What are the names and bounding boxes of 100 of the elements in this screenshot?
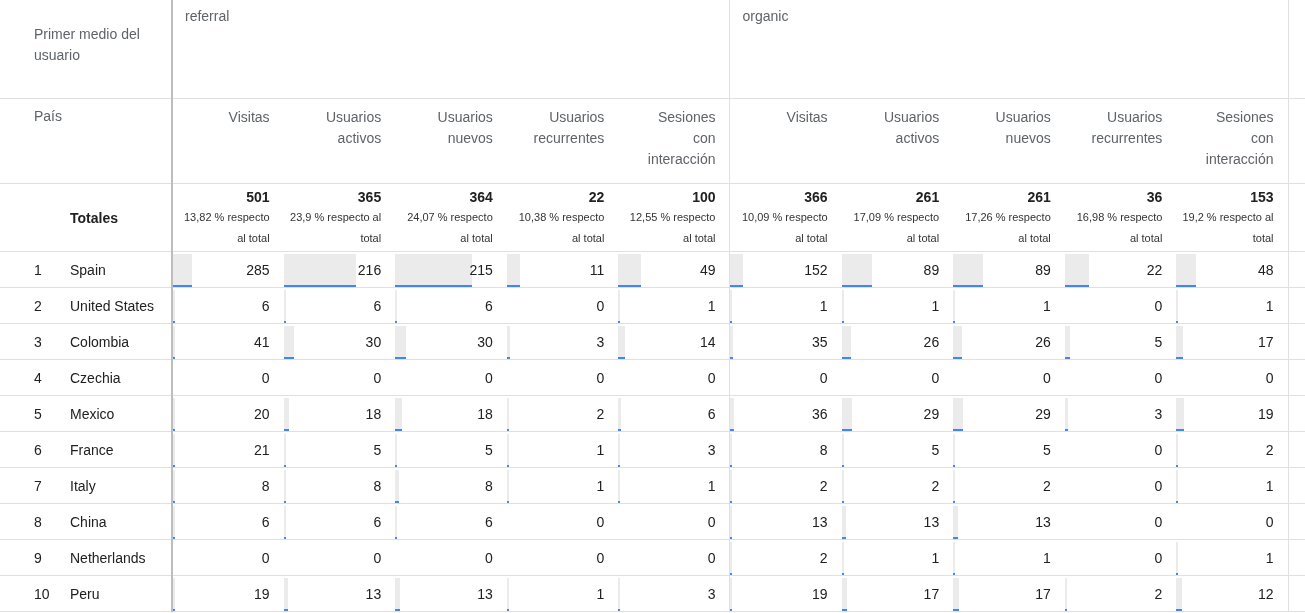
table-cell: 18 bbox=[365, 405, 382, 422]
table-cell: 2 bbox=[819, 549, 828, 566]
table-cell: 14 bbox=[699, 333, 716, 350]
table-cell: 0 bbox=[1154, 369, 1163, 386]
table-cell: 19 bbox=[812, 585, 828, 602]
total-share: 10,09 % respecto al total bbox=[740, 210, 828, 246]
table-cell: 26 bbox=[923, 333, 940, 350]
table-cell: 17 bbox=[1257, 333, 1274, 350]
table-cell: 0 bbox=[707, 549, 716, 566]
table-cell: 0 bbox=[485, 369, 493, 386]
table-cell: 2 bbox=[1265, 441, 1274, 458]
table-cell: 17 bbox=[923, 585, 940, 602]
column-header[interactable]: Visitas bbox=[193, 107, 270, 128]
total-value: 153 bbox=[1249, 188, 1274, 207]
table-cell: 19 bbox=[254, 585, 270, 602]
table-cell: 1 bbox=[931, 297, 940, 314]
total-value: 365 bbox=[356, 188, 382, 207]
table-cell: 30 bbox=[477, 333, 493, 350]
total-value: 261 bbox=[914, 188, 940, 207]
table-cell: 2 bbox=[819, 477, 828, 494]
column-header[interactable]: Usuarios nuevos bbox=[415, 107, 493, 149]
table-cell: 2 bbox=[596, 405, 605, 422]
country-name: France bbox=[70, 441, 114, 458]
total-share: 10,38 % respecto al total bbox=[517, 210, 605, 246]
row-number: 6 bbox=[34, 441, 42, 458]
table-cell: 5 bbox=[1154, 333, 1163, 350]
table-cell: 13 bbox=[477, 585, 493, 602]
column-header[interactable]: Usuarios activos bbox=[861, 107, 940, 149]
total-share: 17,26 % respecto al total bbox=[964, 210, 1051, 246]
table-cell: 6 bbox=[373, 513, 382, 530]
total-share: 16,98 % respecto al total bbox=[1075, 210, 1163, 246]
row-number: 9 bbox=[34, 549, 42, 566]
table-cell: 36 bbox=[812, 405, 828, 422]
table-cell: 29 bbox=[1035, 405, 1051, 422]
table-cell: 22 bbox=[1146, 261, 1163, 278]
table-cell: 13 bbox=[923, 513, 940, 530]
column-header[interactable]: Visitas bbox=[750, 107, 828, 128]
table-cell: 0 bbox=[1154, 477, 1163, 494]
total-share: 23,9 % respecto al total bbox=[289, 210, 382, 246]
table-cell: 0 bbox=[1154, 297, 1163, 314]
column-header[interactable]: Usuarios activos bbox=[303, 107, 382, 149]
table-cell: 0 bbox=[485, 549, 493, 566]
table-cell: 1 bbox=[1265, 297, 1274, 314]
group-header: referral bbox=[185, 8, 230, 24]
dimension-header: Primer medio del usuario bbox=[34, 26, 140, 63]
table-cell: 1 bbox=[1042, 549, 1051, 566]
total-value: 36 bbox=[1145, 188, 1163, 207]
table-cell: 0 bbox=[596, 369, 605, 386]
table-cell: 21 bbox=[254, 441, 270, 458]
row-number: 10 bbox=[34, 585, 50, 602]
table-cell: 19 bbox=[1257, 405, 1274, 422]
table-cell: 2 bbox=[1154, 585, 1163, 602]
total-value: 364 bbox=[468, 188, 493, 207]
table-cell: 12 bbox=[1257, 585, 1274, 602]
table-cell: 30 bbox=[365, 333, 382, 350]
table-cell: 1 bbox=[1265, 549, 1274, 566]
table-cell: 0 bbox=[373, 549, 382, 566]
table-cell: 6 bbox=[485, 513, 493, 530]
table-cell: 11 bbox=[589, 261, 605, 278]
table-cell: 0 bbox=[1154, 441, 1163, 458]
table-cell: 6 bbox=[485, 297, 493, 314]
table-cell: 0 bbox=[596, 297, 605, 314]
table-cell: 0 bbox=[707, 369, 716, 386]
table-cell: 0 bbox=[819, 369, 828, 386]
table-cell: 3 bbox=[707, 585, 716, 602]
totals-label: Totales bbox=[70, 209, 118, 226]
table-cell: 26 bbox=[1035, 333, 1051, 350]
total-value: 100 bbox=[691, 188, 716, 207]
table-cell: 0 bbox=[707, 513, 716, 530]
table-cell: 35 bbox=[812, 333, 828, 350]
column-header[interactable]: Sesiones con interacción bbox=[638, 107, 716, 170]
column-header[interactable]: Usuarios recurrentes bbox=[526, 107, 605, 149]
table-cell: 13 bbox=[1035, 513, 1051, 530]
table-cell: 216 bbox=[357, 261, 382, 278]
table-cell: 0 bbox=[1154, 513, 1163, 530]
table-cell: 5 bbox=[373, 441, 382, 458]
column-header[interactable]: Usuarios nuevos bbox=[973, 107, 1051, 149]
table-cell: 8 bbox=[819, 441, 828, 458]
total-value: 261 bbox=[1026, 188, 1051, 207]
row-number: 5 bbox=[34, 405, 42, 422]
column-header[interactable]: Sesiones con interacción bbox=[1196, 107, 1274, 170]
total-share: 17,09 % respecto al total bbox=[852, 210, 940, 246]
table-cell: 0 bbox=[373, 369, 382, 386]
table-cell: 29 bbox=[923, 405, 940, 422]
row-number: 7 bbox=[34, 477, 42, 494]
table-cell: 41 bbox=[254, 333, 270, 350]
table-cell: 3 bbox=[596, 333, 605, 350]
table-cell: 1 bbox=[819, 297, 828, 314]
column-header[interactable]: Usuarios recurrentes bbox=[1084, 107, 1163, 149]
country-name: Mexico bbox=[70, 405, 115, 422]
table-cell: 0 bbox=[1042, 369, 1051, 386]
table-cell: 1 bbox=[1042, 297, 1051, 314]
table-cell: 152 bbox=[804, 261, 828, 278]
table-cell: 0 bbox=[596, 513, 605, 530]
table-cell: 0 bbox=[1265, 369, 1274, 386]
row-number: 8 bbox=[34, 513, 42, 530]
table-cell: 1 bbox=[596, 441, 605, 458]
total-value: 366 bbox=[803, 188, 828, 207]
table-cell: 20 bbox=[254, 405, 270, 422]
country-name: Spain bbox=[70, 261, 106, 278]
